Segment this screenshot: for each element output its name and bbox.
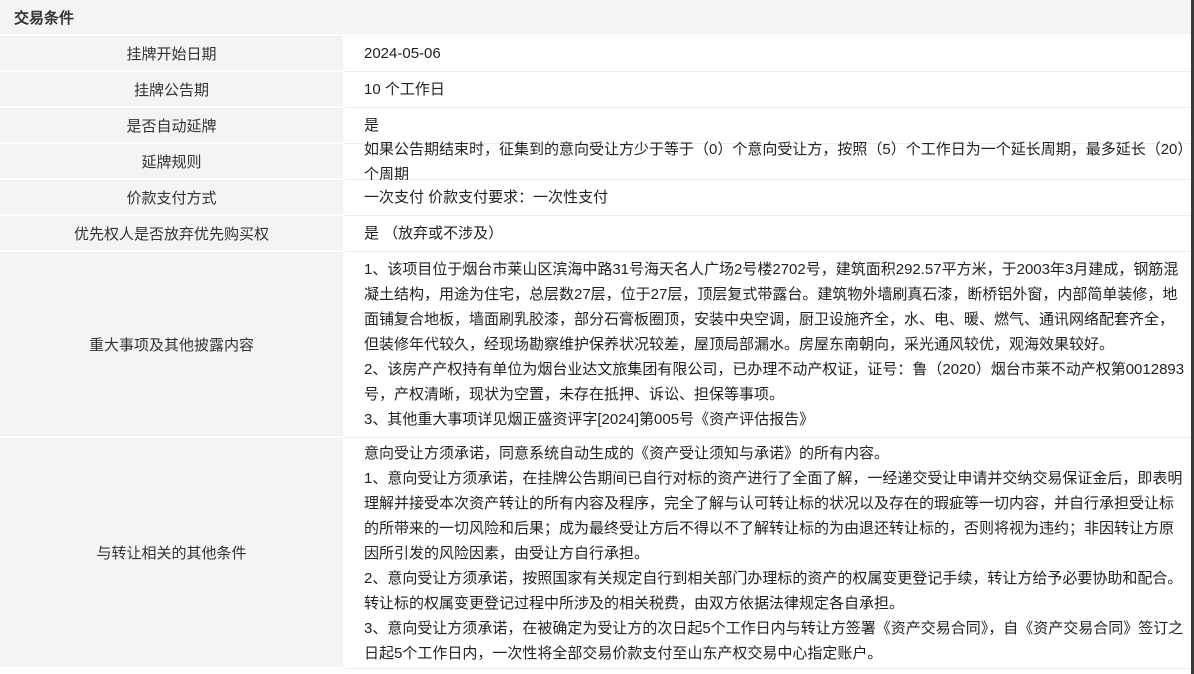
table-row: 延牌规则 如果公告期结束时，征集到的意向受让方少于等于（0）个意向受让方，按照（… xyxy=(0,144,1194,180)
row-label: 是否自动延牌 xyxy=(0,108,345,144)
row-value: 如果公告期结束时，征集到的意向受让方少于等于（0）个意向受让方，按照（5）个工作… xyxy=(345,144,1194,180)
row-label: 价款支付方式 xyxy=(0,180,345,216)
row-label: 优先权人是否放弃优先购买权 xyxy=(0,216,345,252)
table-row: 优先权人是否放弃优先购买权 是 （放弃或不涉及） xyxy=(0,216,1194,252)
value-paragraph: 2、意向受让方须承诺，按照国家有关规定自行到相关部门办理标的资产的权属变更登记手… xyxy=(364,566,1188,616)
table-row: 挂牌公告期 10 个工作日 xyxy=(0,72,1194,108)
table-row: 价款支付方式 一次支付 价款支付要求：一次性支付 xyxy=(0,180,1194,216)
table-row: 重大事项及其他披露内容 1、该项目位于烟台市莱山区滨海中路31号海天名人广场2号… xyxy=(0,252,1194,438)
section-title: 交易条件 xyxy=(0,0,1194,36)
table-row: 与转让相关的其他条件 意向受让方须承诺，同意系统自动生成的《资产受让须知与承诺》… xyxy=(0,438,1194,669)
value-paragraph: 3、其他重大事项详见烟正盛资评字[2024]第005号《资产评估报告》 xyxy=(364,407,1188,432)
row-label: 延牌规则 xyxy=(0,144,345,180)
row-value: 一次支付 价款支付要求：一次性支付 xyxy=(345,180,1194,216)
table-row: 挂牌开始日期 2024-05-06 xyxy=(0,36,1194,72)
value-paragraph: 2、该房产产权持有单位为烟台业达文旅集团有限公司，已办理不动产权证，证号：鲁（2… xyxy=(364,357,1188,407)
transaction-conditions-panel: 交易条件 挂牌开始日期 2024-05-06 挂牌公告期 10 个工作日 是否自… xyxy=(0,0,1194,669)
row-value: 是 （放弃或不涉及） xyxy=(345,216,1194,252)
row-value: 10 个工作日 xyxy=(345,72,1194,108)
value-paragraph: 意向受让方须承诺，同意系统自动生成的《资产受让须知与承诺》的所有内容。 xyxy=(364,441,1188,466)
row-value: 2024-05-06 xyxy=(345,36,1194,72)
row-value: 意向受让方须承诺，同意系统自动生成的《资产受让须知与承诺》的所有内容。 1、意向… xyxy=(345,438,1194,669)
value-paragraph: 1、该项目位于烟台市莱山区滨海中路31号海天名人广场2号楼2702号，建筑面积2… xyxy=(364,257,1188,357)
row-value: 1、该项目位于烟台市莱山区滨海中路31号海天名人广场2号楼2702号，建筑面积2… xyxy=(345,252,1194,438)
row-label: 挂牌公告期 xyxy=(0,72,345,108)
row-label: 重大事项及其他披露内容 xyxy=(0,252,345,438)
value-paragraph: 3、意向受让方须承诺，在被确定为受让方的次日起5个工作日内与转让方签署《资产交易… xyxy=(364,616,1188,666)
row-label: 与转让相关的其他条件 xyxy=(0,438,345,669)
value-paragraph: 1、意向受让方须承诺，在挂牌公告期间已自行对标的资产进行了全面了解，一经递交受让… xyxy=(364,466,1188,566)
row-label: 挂牌开始日期 xyxy=(0,36,345,72)
